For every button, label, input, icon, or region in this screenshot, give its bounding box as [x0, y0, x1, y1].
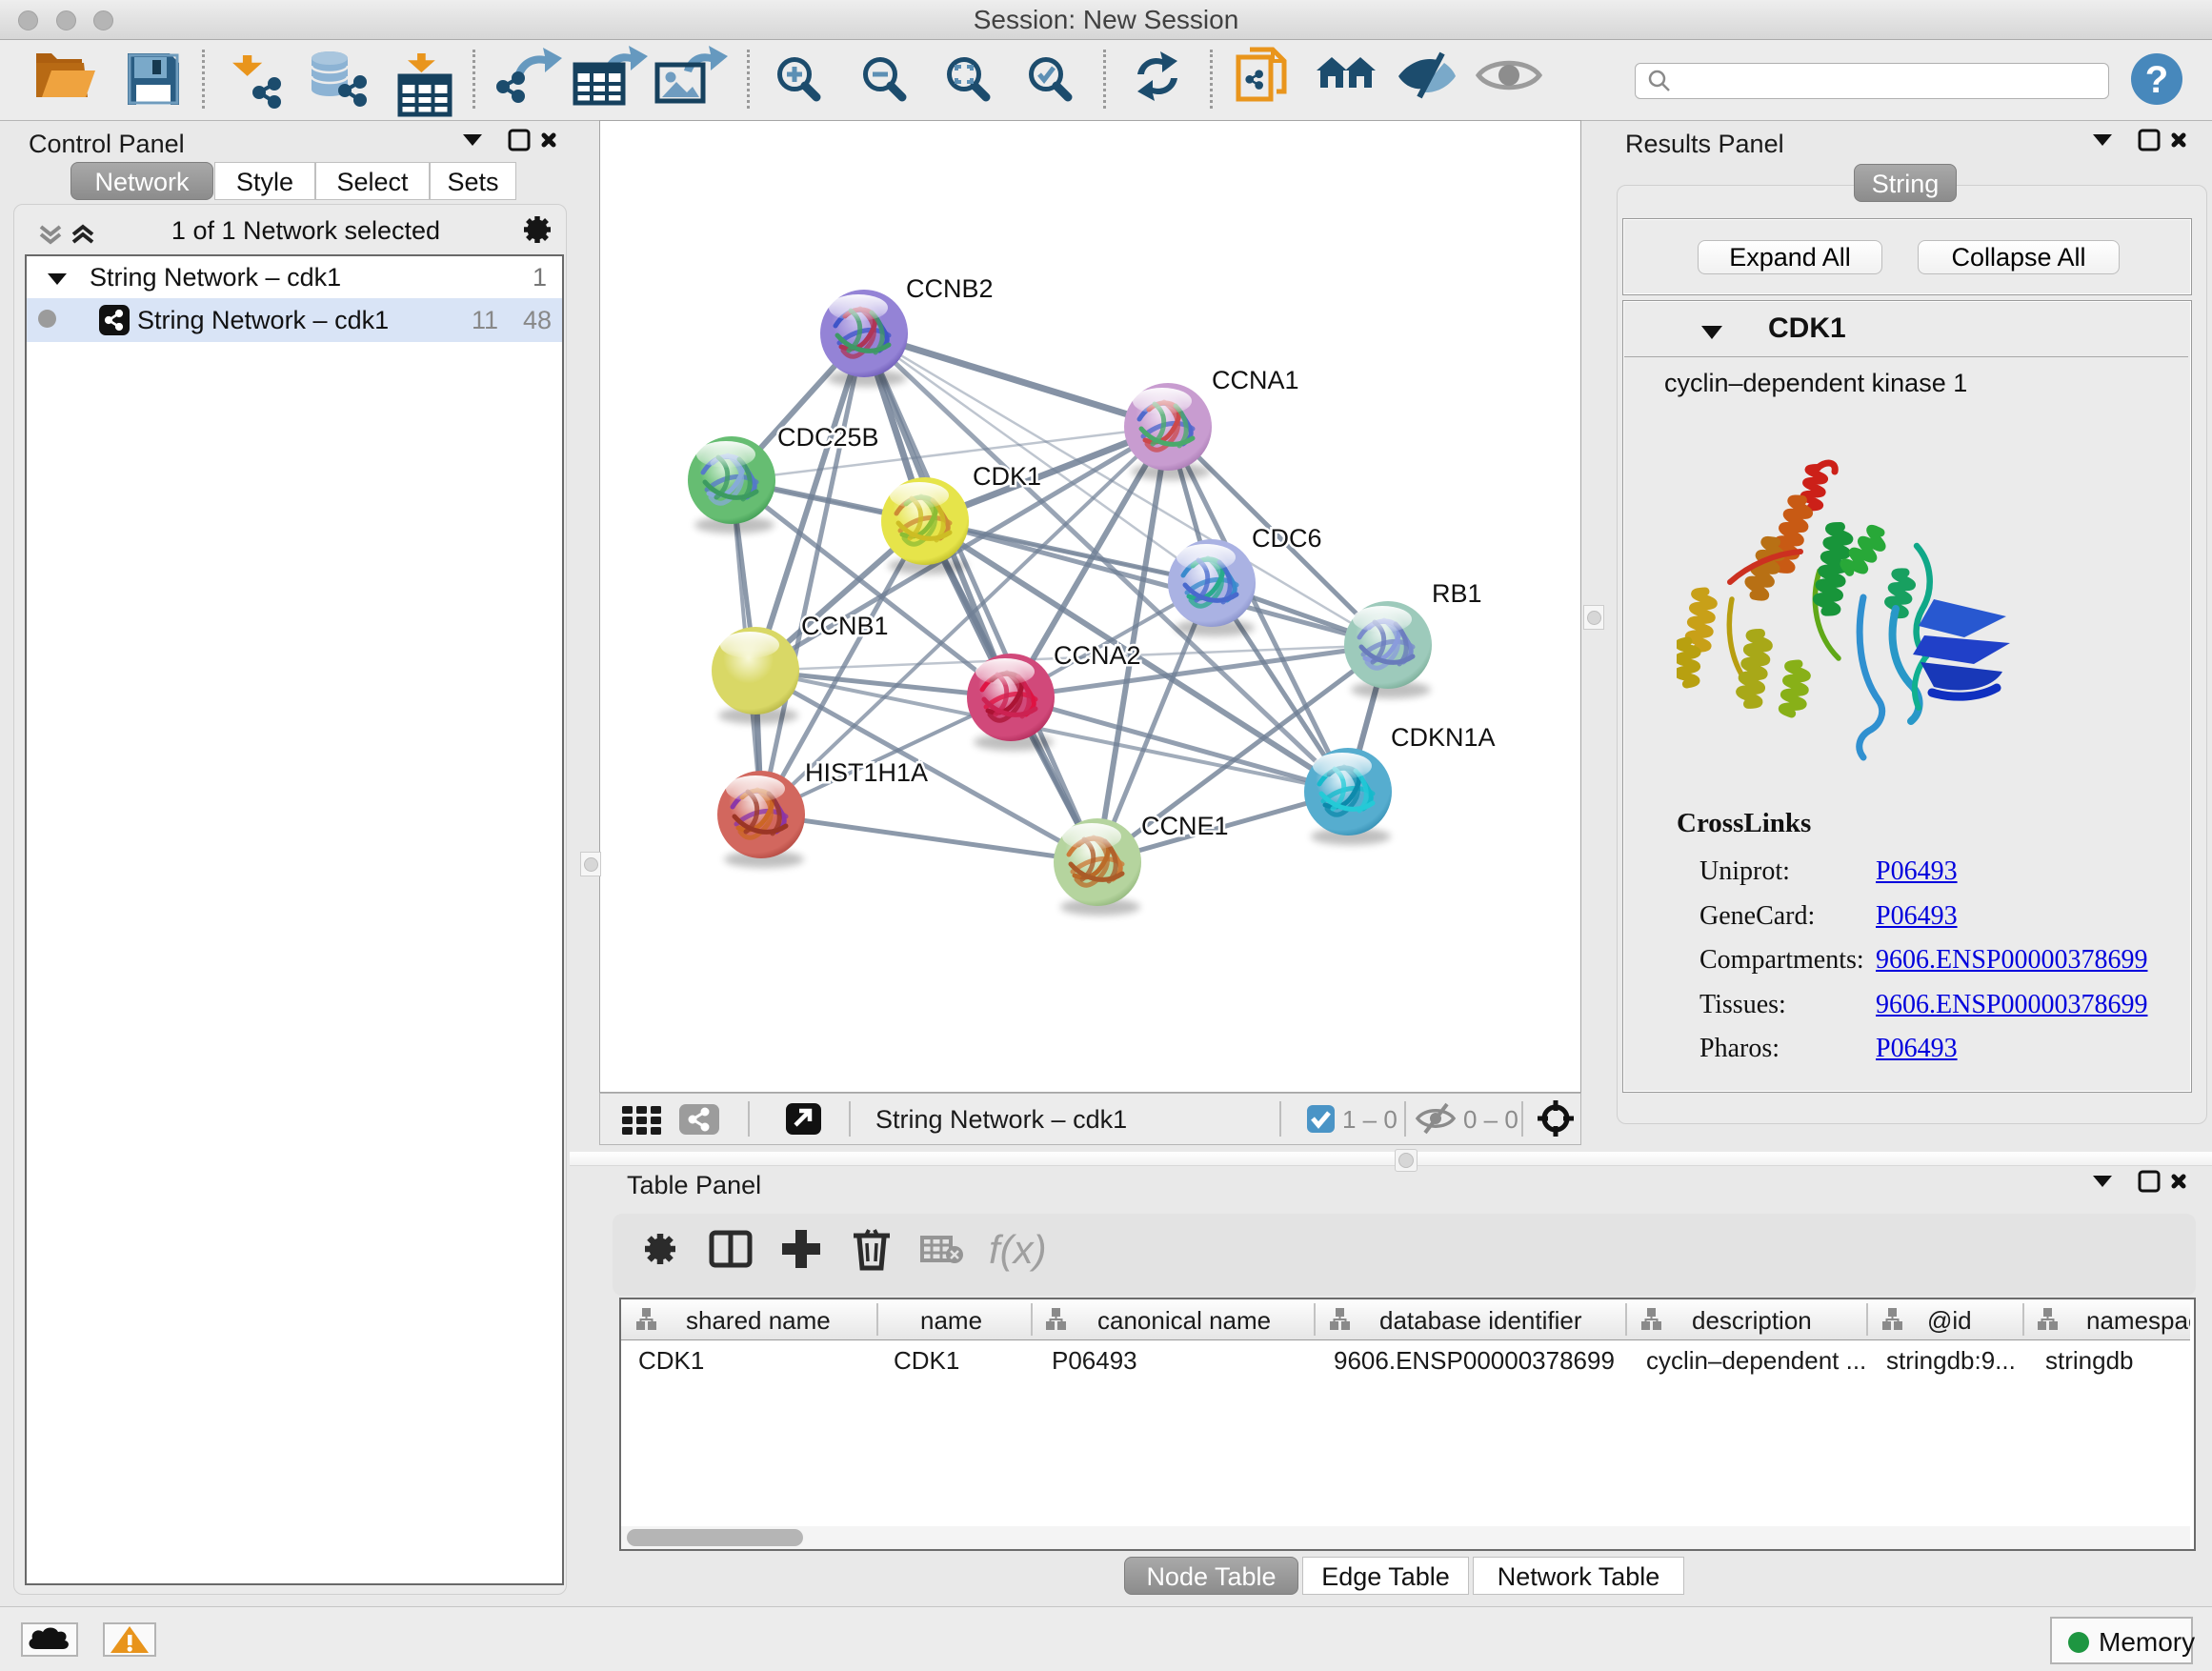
svg-text:?: ?	[2145, 59, 2168, 101]
svg-text:shared name: shared name	[686, 1306, 831, 1335]
svg-text:namespac: namespac	[2086, 1306, 2190, 1335]
svg-text:1 – 0: 1 – 0	[1342, 1105, 1398, 1134]
svg-text:CDK1: CDK1	[638, 1346, 704, 1375]
svg-text:CCNA2: CCNA2	[1054, 641, 1141, 670]
svg-text:1 of 1 Network selected: 1 of 1 Network selected	[171, 216, 440, 245]
svg-text:String Network – cdk1: String Network – cdk1	[875, 1105, 1127, 1134]
svg-text:CCNB2: CCNB2	[906, 274, 994, 303]
svg-text:stringdb:9...: stringdb:9...	[1886, 1346, 2016, 1375]
svg-text:description: description	[1692, 1306, 1812, 1335]
svg-text:cyclin–dependent ...: cyclin–dependent ...	[1646, 1346, 1866, 1375]
svg-text:canonical name: canonical name	[1097, 1306, 1271, 1335]
svg-text:CDK1: CDK1	[894, 1346, 959, 1375]
svg-text:CDC6: CDC6	[1252, 524, 1322, 553]
svg-text:CDK1: CDK1	[973, 462, 1041, 491]
svg-text:RB1: RB1	[1432, 579, 1482, 608]
svg-text:0 – 0: 0 – 0	[1463, 1105, 1518, 1134]
svg-text:P06493: P06493	[1052, 1346, 1137, 1375]
svg-text:CCNB1: CCNB1	[801, 612, 889, 640]
svg-text:9606.ENSP00000378699: 9606.ENSP00000378699	[1334, 1346, 1615, 1375]
svg-text:database identifier: database identifier	[1379, 1306, 1582, 1335]
svg-text:CCNE1: CCNE1	[1141, 812, 1229, 840]
svg-text:@id: @id	[1927, 1306, 1972, 1335]
svg-text:HIST1H1A: HIST1H1A	[805, 758, 928, 787]
svg-text:CDC25B: CDC25B	[777, 423, 879, 452]
svg-text:CDKN1A: CDKN1A	[1391, 723, 1496, 752]
svg-text:name: name	[920, 1306, 982, 1335]
svg-text:f(x): f(x)	[989, 1227, 1047, 1272]
svg-text:CCNA1: CCNA1	[1212, 366, 1299, 394]
svg-text:stringdb: stringdb	[2045, 1346, 2134, 1375]
